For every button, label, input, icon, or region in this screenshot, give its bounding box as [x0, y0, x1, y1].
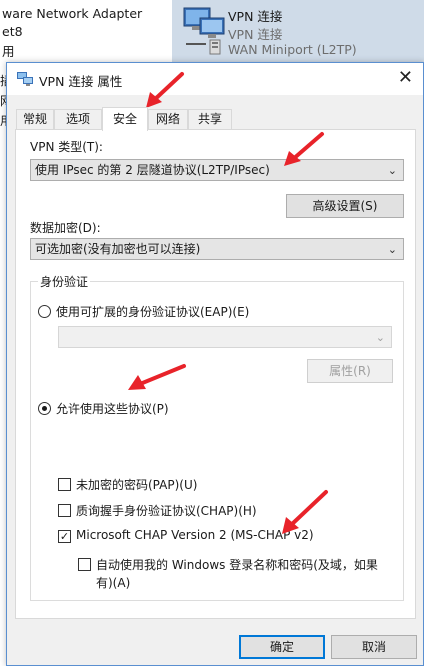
advanced-settings-button[interactable]: 高级设置(S) [286, 194, 404, 218]
annotation-arrow-icon [282, 490, 328, 534]
chevron-down-icon: ⌄ [375, 331, 385, 344]
close-button[interactable]: ✕ [398, 68, 413, 88]
adapter-network-fragment: et8 [2, 24, 23, 39]
dialog-title: VPN 连接 属性 [39, 74, 123, 89]
background-adapter-ethernet[interactable]: ware Network Adapter et8 用 [0, 0, 172, 62]
annotation-arrow-icon [284, 132, 324, 166]
auto-windows-label-line1[interactable]: 自动使用我的 Windows 登录名称和密码(及域，如果 [96, 556, 378, 573]
vpn-adapter-device: WAN Miniport (L2TP) [228, 42, 357, 57]
tab-general[interactable]: 常规 [16, 109, 54, 130]
eap-radio[interactable] [38, 305, 51, 318]
vpn-adapter-name: VPN 连接 [228, 9, 283, 24]
network-icon [17, 72, 33, 86]
encryption-value: 可选加密(没有加密也可以连接) [35, 242, 201, 256]
encryption-label: 数据加密(D): [30, 221, 101, 235]
chap-checkbox[interactable] [58, 504, 71, 517]
chap-label[interactable]: 质询握手身份验证协议(CHAP)(H) [76, 502, 257, 519]
ok-button[interactable]: 确定 [239, 635, 325, 659]
annotation-arrow-icon [128, 364, 186, 390]
pap-checkbox[interactable] [58, 478, 71, 491]
eap-radio-label[interactable]: 使用可扩展的身份验证协议(EAP)(E) [56, 303, 249, 320]
adapter-name-fragment: ware Network Adapter [2, 6, 143, 21]
pap-label[interactable]: 未加密的密码(PAP)(U) [76, 476, 197, 493]
adapter-status-fragment: 用 [2, 44, 15, 59]
network-connection-icon [183, 7, 225, 55]
tab-networking[interactable]: 网络 [148, 109, 188, 130]
cancel-button[interactable]: 取消 [331, 635, 417, 659]
dialog-titlebar[interactable]: VPN 连接 属性 ✕ [7, 63, 423, 95]
security-tab-panel: VPN 类型(T): 使用 IPsec 的第 2 层隧道协议(L2TP/IPse… [15, 129, 416, 619]
allow-protocols-label[interactable]: 允许使用这些协议(P) [56, 400, 169, 417]
radio-selected-dot [42, 406, 47, 411]
vpn-properties-dialog: VPN 连接 属性 ✕ 常规 选项 安全 网络 共享 VPN 类型(T): 使用… [6, 62, 424, 666]
mschapv2-checkbox[interactable]: ✓ [58, 530, 71, 543]
vpn-adapter-status: VPN 连接 [228, 27, 283, 42]
vpn-type-value: 使用 IPsec 的第 2 层隧道协议(L2TP/IPsec) [35, 163, 270, 177]
eap-properties-button[interactable]: 属性(R) [307, 359, 393, 383]
background-adapter-vpn[interactable]: VPN 连接 VPN 连接 WAN Miniport (L2TP) [172, 0, 424, 62]
annotation-arrow-icon [146, 72, 184, 108]
encryption-select[interactable]: 可选加密(没有加密也可以连接) ⌄ [30, 238, 404, 260]
chevron-down-icon: ⌄ [387, 243, 397, 256]
tab-options[interactable]: 选项 [54, 109, 102, 130]
vpn-type-select[interactable]: 使用 IPsec 的第 2 层隧道协议(L2TP/IPsec) ⌄ [30, 159, 404, 181]
tab-security[interactable]: 安全 [102, 107, 148, 131]
tab-sharing[interactable]: 共享 [188, 109, 232, 130]
chevron-down-icon: ⌄ [387, 164, 397, 177]
auto-windows-label-line2[interactable]: 有)(A) [96, 574, 130, 591]
authentication-group-title: 身份验证 [38, 273, 91, 290]
auto-windows-checkbox[interactable] [78, 558, 91, 571]
vpn-type-label: VPN 类型(T): [30, 140, 103, 154]
allow-protocols-radio[interactable] [38, 402, 51, 415]
eap-method-select[interactable]: ⌄ [58, 326, 392, 348]
